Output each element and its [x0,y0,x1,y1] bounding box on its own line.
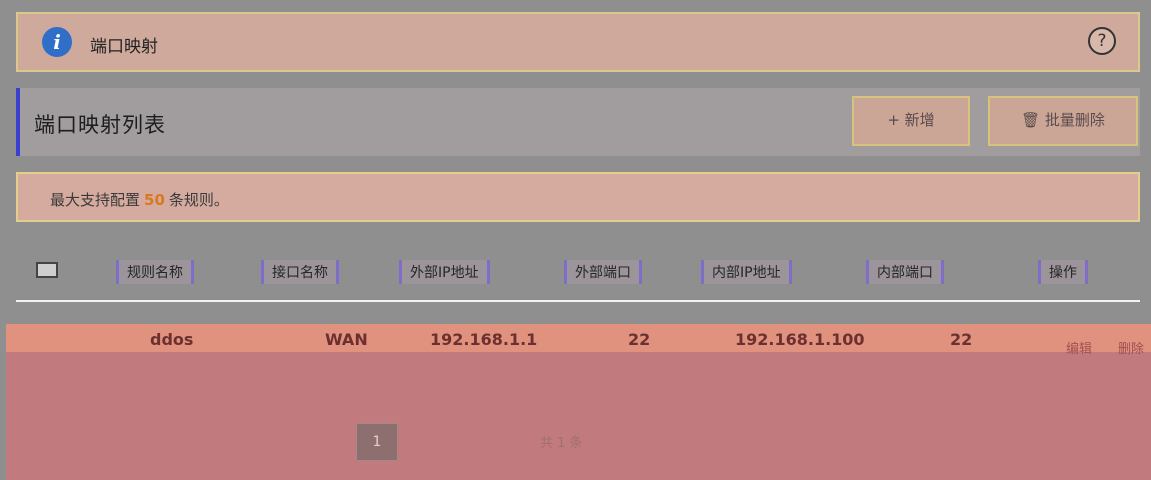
cell-external-port: 22 [628,330,651,349]
info-bar: i 端口映射 ? [16,12,1140,72]
cell-internal-ip: 192.168.1.100 [735,330,865,349]
select-all-checkbox[interactable] [36,262,58,278]
th-actions: 操作 [1038,260,1088,284]
trash-icon: 🗑 [1021,111,1041,129]
cell-external-ip: 192.168.1.1 [430,330,538,349]
th-interface: 接口名称 [261,260,339,284]
page-1-button[interactable]: 1 [356,423,398,461]
cell-rule-name: ddos [150,330,194,349]
delete-link[interactable]: 删除 [1118,338,1144,357]
page-title: 端口映射 [90,37,158,57]
info-icon: i [42,27,72,57]
pagination-total: 共 1 条 [540,436,583,451]
notice-bar: 最大支持配置 50 条规则。 [16,172,1140,222]
table-header: 规则名称 接口名称 外部IP地址 外部端口 内部IP地址 内部端口 操作 [16,244,1140,302]
notice-text: 最大支持配置 50 条规则。 [50,189,229,210]
cell-internal-port: 22 [950,330,973,349]
notice-prefix: 最大支持配置 [50,191,141,209]
list-title: 端口映射列表 [34,113,166,137]
th-internal-port: 内部端口 [866,260,944,284]
notice-suffix: 条规则。 [168,191,229,209]
th-external-ip: 外部IP地址 [399,260,490,284]
notice-max: 50 [144,191,165,209]
batch-delete-label: 批量删除 [1044,111,1105,129]
batch-delete-button[interactable]: 🗑 批量删除 [988,96,1138,146]
th-external-port: 外部端口 [564,260,642,284]
th-internal-ip: 内部IP地址 [701,260,792,284]
add-button[interactable]: + 新增 [852,96,970,146]
th-rule-name: 规则名称 [116,260,194,284]
cell-interface: WAN [325,330,368,349]
help-icon[interactable]: ? [1088,27,1116,55]
edit-link[interactable]: 编辑 [1066,338,1092,357]
list-header: 端口映射列表 + 新增 🗑 批量删除 [16,88,1140,156]
table-body [6,352,1151,480]
